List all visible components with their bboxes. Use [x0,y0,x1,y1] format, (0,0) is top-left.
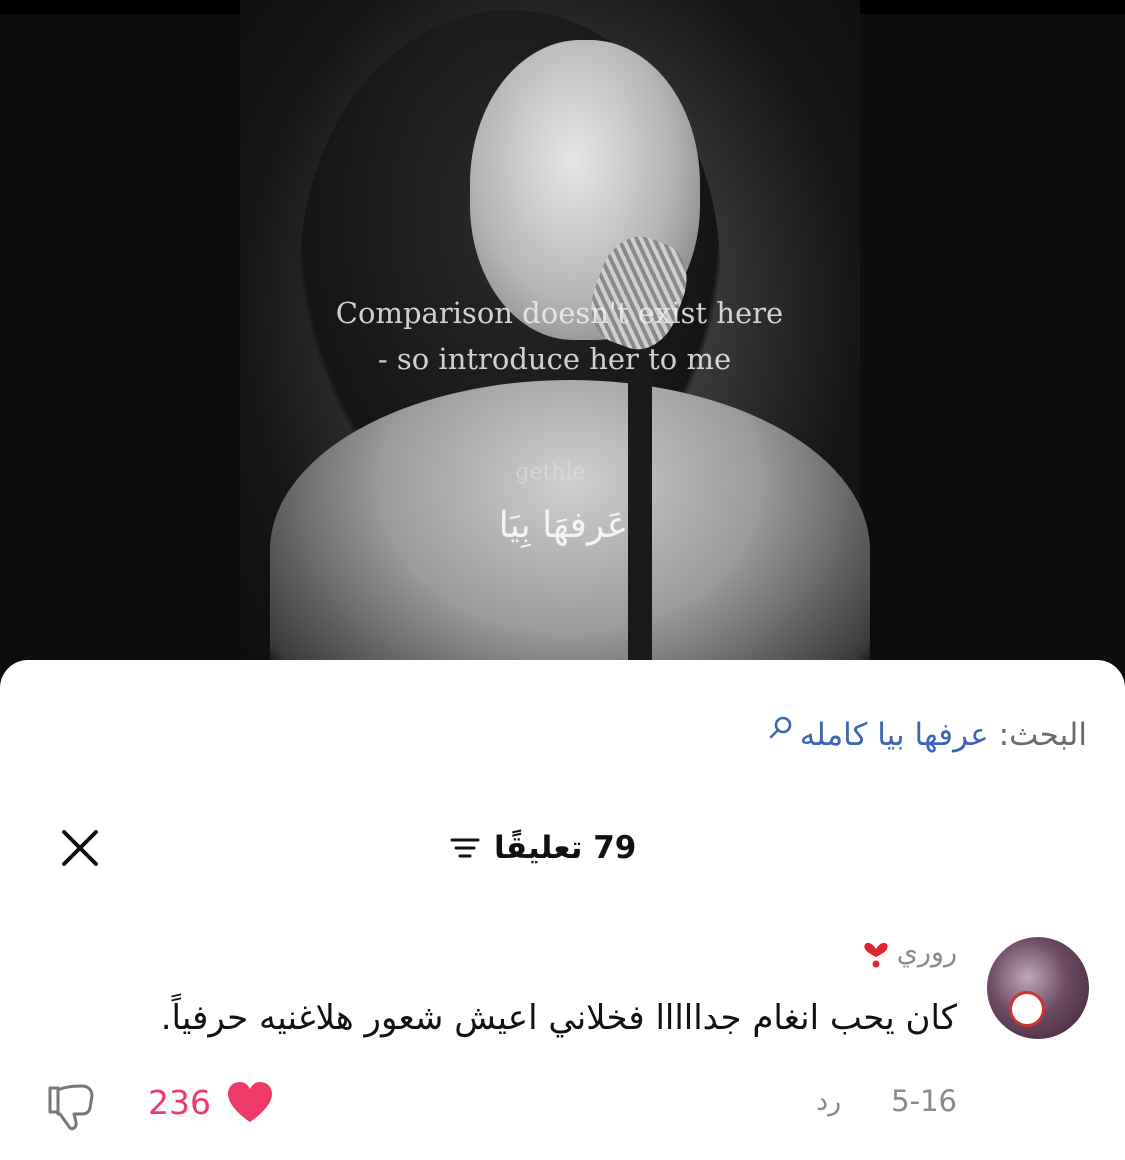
like-count: 236 [148,1082,211,1122]
username[interactable]: روري [897,937,957,968]
search-separator: : [998,717,1010,753]
comment-text: كان يحب انغام جدااااا فخلاني اعيش شعور ه… [160,998,957,1038]
video-watermark: gethle [515,460,586,485]
comment-count: 79 تعليقًا [494,830,637,866]
video-player[interactable]: Comparison doesn't exist here - so intro… [0,0,1125,690]
filter-icon[interactable] [450,835,480,861]
comment-meta: 5-16 رد [816,1084,957,1118]
heart-exclamation-icon [864,942,888,968]
avatar-badge-icon [1009,991,1045,1027]
search-query-link[interactable]: عرفها بيا كامله [800,717,989,753]
search-suggestion[interactable]: البحث : عرفها بيا كامله [768,710,1087,760]
avatar[interactable] [987,937,1089,1039]
search-label: البحث [1009,717,1087,753]
video-caption-line-1: Comparison doesn't exist here [335,296,784,330]
video-arabic-title: عَرفهَا بِيَا [498,505,629,546]
reply-button[interactable]: رد [816,1086,841,1117]
heart-icon[interactable] [225,1080,275,1124]
search-icon [769,716,791,739]
comment-count-group[interactable]: 79 تعليقًا [450,826,636,870]
close-icon[interactable] [58,826,102,870]
comment-date: 5-16 [891,1084,957,1118]
thumbs-down-icon[interactable] [46,1082,98,1132]
like-button[interactable]: 236 [148,1080,275,1124]
comment-author[interactable]: روري [861,935,957,969]
video-caption-line-2: - so introduce her to me [377,342,732,376]
